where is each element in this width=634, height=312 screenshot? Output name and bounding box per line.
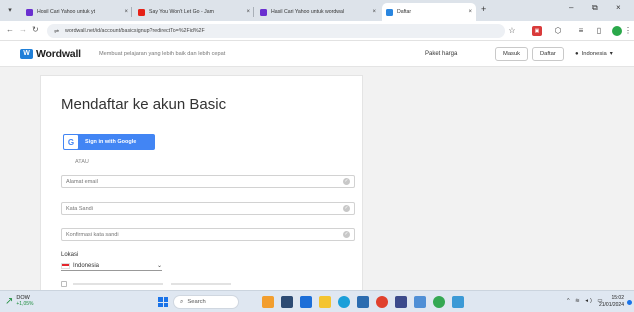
clock-time: 15:02	[611, 295, 624, 301]
close-tab-icon[interactable]: ×	[468, 9, 472, 15]
terms-text-line	[73, 283, 163, 285]
site-info-icon[interactable]: ⇌	[54, 28, 59, 35]
browser-toolbar: ← → ↻ ⇌ wordwall.net/id/account/basicsig…	[0, 21, 634, 41]
tab-title: Hosil Cari Yahoo untuk yt	[37, 9, 96, 15]
google-signin-button[interactable]: G Sign in with Google	[63, 134, 155, 150]
terms-checkbox-row	[61, 281, 355, 287]
yahoo-favicon-icon	[26, 8, 33, 16]
terms-checkbox[interactable]	[61, 281, 67, 287]
email-status-icon: ✓	[343, 178, 350, 185]
close-tab-icon[interactable]: ×	[124, 9, 128, 15]
google-signin-label: Sign in with Google	[85, 139, 137, 145]
signup-button[interactable]: Daftar	[532, 47, 564, 61]
chrome-icon[interactable]	[433, 296, 445, 308]
app-icon[interactable]	[376, 296, 388, 308]
browser-tab[interactable]: Say You Won't Let Go - Jam ×	[134, 3, 254, 21]
tab-separator	[253, 7, 254, 17]
reload-icon[interactable]: ↻	[32, 25, 39, 34]
extension-icon[interactable]: ▣	[532, 26, 542, 36]
location-select[interactable]: Indonesia ⌄	[61, 261, 162, 271]
browser-tab[interactable]: Hosil Cari Yahoo untuk yt ×	[22, 3, 132, 21]
close-tab-icon[interactable]: ×	[372, 9, 376, 15]
site-header: W Wordwall Membuat pelajaran yang lebih …	[0, 41, 634, 67]
address-bar[interactable]: ⇌ wordwall.net/id/account/basicsignup?re…	[47, 24, 505, 38]
store-icon[interactable]	[357, 296, 369, 308]
tab-search-chevron-icon[interactable]: ▾	[4, 5, 16, 16]
chevron-down-icon: ⌄	[156, 263, 162, 269]
edge-icon[interactable]	[338, 296, 350, 308]
page-title: Mendaftar ke akun Basic	[61, 96, 227, 113]
url-text: wordwall.net/id/account/basicsignup?redi…	[65, 28, 205, 34]
side-panel-icon[interactable]: ▯	[594, 26, 604, 36]
profile-avatar-icon[interactable]	[612, 26, 622, 36]
wordwall-logo-icon: W	[20, 49, 33, 59]
clock[interactable]: 15:02 21/01/2024	[598, 295, 624, 309]
or-divider: ATAU	[75, 159, 89, 165]
menu-kebab-icon[interactable]: ⋮	[624, 26, 632, 36]
confirm-password-field[interactable]	[61, 228, 355, 241]
location-value: Indonesia	[73, 262, 100, 269]
minimize-icon[interactable]: –	[569, 3, 573, 12]
browser-tab-strip: ▾ Hosil Cari Yahoo untuk yt × Say You Wo…	[0, 0, 634, 21]
bookmark-star-icon[interactable]: ☆	[507, 26, 517, 36]
taskbar: ↗ DOW +1,05% ⌕ Search ^ ≋ ◂) ▭ 15:02 21/…	[0, 290, 634, 312]
language-selector[interactable]: ● Indonesia ▾	[575, 51, 613, 57]
wordwall-favicon-icon	[386, 8, 393, 16]
login-button[interactable]: Masuk	[495, 47, 529, 61]
location-label: Lokasi	[61, 252, 79, 258]
language-label: Indonesia	[581, 51, 607, 57]
youtube-favicon-icon	[138, 8, 145, 16]
app-icon[interactable]	[414, 296, 426, 308]
chevron-down-icon: ▾	[609, 51, 613, 57]
taskbar-search[interactable]: ⌕ Search	[173, 295, 239, 309]
password-status-icon: ✓	[343, 205, 350, 212]
logo-text: Wordwall	[36, 48, 81, 60]
windows-start-icon[interactable]	[158, 297, 168, 307]
signup-card: Mendaftar ke akun Basic G Sign in with G…	[40, 75, 363, 290]
search-placeholder: Search	[187, 299, 206, 305]
indonesia-flag-icon	[61, 262, 70, 269]
browser-tab[interactable]: Hasil Cari Yahoo untuk wordwal ×	[256, 3, 380, 21]
search-icon: ⌕	[180, 298, 184, 305]
back-arrow-icon[interactable]: ←	[6, 25, 14, 34]
app-icon[interactable]	[452, 296, 464, 308]
pricing-link[interactable]: Paket harga	[425, 51, 457, 57]
meet-icon[interactable]	[300, 296, 312, 308]
email-field[interactable]	[61, 175, 355, 188]
app-icon[interactable]	[395, 296, 407, 308]
close-window-icon[interactable]: ×	[616, 3, 621, 12]
tab-title: Daftar	[397, 9, 412, 15]
wordwall-logo[interactable]: W Wordwall	[20, 48, 81, 60]
tab-title: Hasil Cari Yahoo untuk wordwal	[271, 9, 345, 15]
widgets-icon[interactable]	[262, 296, 274, 308]
terms-text-line	[171, 283, 231, 285]
clock-date: 21/01/2024	[598, 302, 624, 308]
tab-title: Say You Won't Let Go - Jam	[149, 9, 214, 15]
stock-widget[interactable]: ↗ DOW +1,05%	[5, 295, 34, 307]
close-tab-icon[interactable]: ×	[246, 9, 250, 15]
task-view-icon[interactable]	[281, 296, 293, 308]
password-field[interactable]	[61, 202, 355, 215]
new-tab-button[interactable]: +	[481, 4, 486, 14]
file-explorer-icon[interactable]	[319, 296, 331, 308]
reading-list-icon[interactable]: ≡	[576, 26, 586, 36]
tab-separator	[131, 7, 132, 17]
browser-tab-active[interactable]: Daftar ×	[382, 3, 476, 21]
globe-icon: ●	[575, 51, 579, 57]
tagline: Membuat pelajaran yang lebih baik dan le…	[99, 51, 226, 57]
extensions-puzzle-icon[interactable]: ⬡	[553, 26, 563, 36]
stock-change: +1,05%	[16, 301, 34, 307]
notification-icon[interactable]	[627, 300, 632, 305]
forward-arrow-icon[interactable]: →	[19, 25, 27, 34]
restore-icon[interactable]: ⧉	[592, 3, 598, 13]
stock-trend-icon: ↗	[5, 295, 14, 307]
confirm-status-icon: ✓	[343, 231, 350, 238]
yahoo-favicon-icon	[260, 8, 267, 16]
google-g-icon: G	[64, 135, 78, 149]
